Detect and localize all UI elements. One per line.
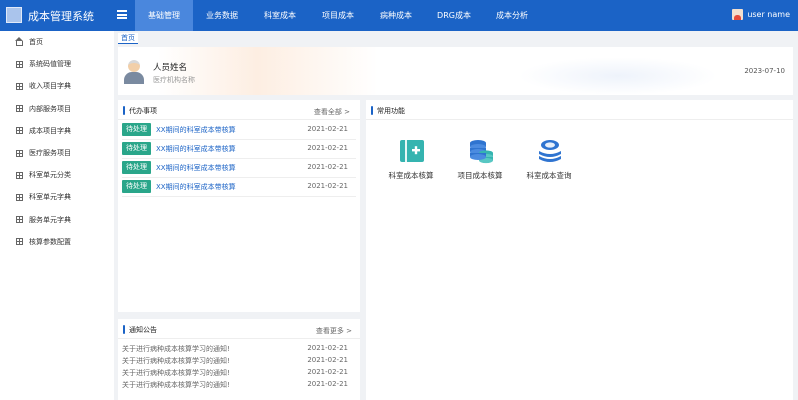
- app-logo: [6, 7, 22, 23]
- profile-card: 人员姓名 医疗机构名称 2023-07-10: [118, 47, 793, 95]
- list-item: 待处理 XX期间的科室成本带核算 2021-02-21: [122, 121, 356, 140]
- grid-icon: [16, 238, 23, 246]
- nav-item-drg-cost[interactable]: DRG成本: [425, 0, 483, 31]
- sidebar-item-cost-dict[interactable]: 成本项目字典: [0, 120, 114, 142]
- notice-link[interactable]: 关于进行病种成本核算学习的通知!: [122, 356, 230, 366]
- status-badge: 待处理: [122, 123, 151, 136]
- profile-org: 医疗机构名称: [153, 76, 195, 84]
- common-functions-panel: 常用功能 科室成本核算 项目成本核算 科室成本查询: [366, 100, 793, 400]
- list-item: 关于进行病种成本核算学习的通知! 2021-02-21: [122, 356, 356, 367]
- nav-item-basic[interactable]: 基础管理: [135, 0, 193, 31]
- todo-link[interactable]: XX期间的科室成本带核算: [156, 163, 236, 173]
- dept-cost-icon: [400, 140, 424, 162]
- list-item: 待处理 XX期间的科室成本带核算 2021-02-21: [122, 140, 356, 159]
- sidebar-item-dept-unit-class[interactable]: 科室单元分类: [0, 164, 114, 186]
- sidebar-item-label: 服务单元字典: [29, 215, 71, 224]
- sidebar-item-medical-service[interactable]: 医疗服务项目: [0, 142, 114, 164]
- todo-date: 2021-02-21: [307, 144, 348, 152]
- sidebar-item-label: 成本项目字典: [29, 126, 71, 135]
- sidebar-item-dept-unit-dict[interactable]: 科室单元字典: [0, 186, 114, 208]
- status-badge: 待处理: [122, 161, 151, 174]
- notice-date: 2021-02-21: [307, 356, 348, 364]
- sidebar-item-label: 内部服务项目: [29, 104, 71, 113]
- list-item: 关于进行病种成本核算学习的通知! 2021-02-21: [122, 344, 356, 355]
- breadcrumb: 首页: [118, 33, 138, 45]
- sidebar-item-label: 科室单元字典: [29, 193, 71, 202]
- avatar: [123, 60, 145, 84]
- coin-stack-icon: [470, 140, 493, 164]
- list-item: 关于进行病种成本核算学习的通知! 2021-02-21: [122, 380, 356, 391]
- nav-item-business-data[interactable]: 业务数据: [193, 0, 251, 31]
- sidebar-item-label: 医疗服务项目: [29, 149, 71, 158]
- sidebar-item-income-dict[interactable]: 收入项目字典: [0, 75, 114, 97]
- status-badge: 待处理: [122, 180, 151, 193]
- grid-icon: [16, 82, 23, 90]
- grid-icon: [16, 105, 23, 113]
- sidebar-item-label: 核算参数配置: [29, 237, 71, 246]
- todo-title: 代办事项: [123, 106, 157, 116]
- dept-cost-query-button[interactable]: 科室成本查询: [516, 138, 582, 182]
- sidebar: 首页 系统码值管理 收入项目字典 内部服务项目 成本项目字典 医疗服务项目 科室…: [0, 31, 114, 400]
- nav-item-cost-analysis[interactable]: 成本分析: [483, 0, 541, 31]
- nav-item-dept-cost[interactable]: 科室成本: [251, 0, 309, 31]
- notice-date: 2021-02-21: [307, 368, 348, 376]
- notice-link[interactable]: 关于进行病种成本核算学习的通知!: [122, 344, 230, 354]
- notice-link[interactable]: 关于进行病种成本核算学习的通知!: [122, 368, 230, 378]
- func-label: 科室成本查询: [526, 171, 572, 180]
- grid-icon: [16, 171, 23, 179]
- todo-date: 2021-02-21: [307, 182, 348, 190]
- grid-icon: [16, 193, 23, 201]
- todo-date: 2021-02-21: [307, 125, 348, 133]
- grid-icon: [16, 127, 23, 135]
- tab-home[interactable]: 首页: [118, 33, 138, 44]
- project-cost-accounting-button[interactable]: 项目成本核算: [447, 138, 513, 182]
- todo-view-all-link[interactable]: 查看全部 >: [314, 107, 350, 117]
- profile-date: 2023-07-10: [744, 67, 785, 75]
- list-item: 待处理 XX期间的科室成本带核算 2021-02-21: [122, 178, 356, 197]
- todo-link[interactable]: XX期间的科室成本带核算: [156, 144, 236, 154]
- status-badge: 待处理: [122, 142, 151, 155]
- sidebar-item-label: 系统码值管理: [29, 60, 71, 69]
- app-title: 成本管理系统: [28, 10, 94, 23]
- sidebar-item-home[interactable]: 首页: [0, 31, 114, 53]
- notice-title: 通知公告: [123, 325, 157, 335]
- coin-query-icon: [539, 140, 561, 162]
- notice-date: 2021-02-21: [307, 380, 348, 388]
- sidebar-item-label: 科室单元分类: [29, 171, 71, 180]
- todo-date: 2021-02-21: [307, 163, 348, 171]
- func-label: 项目成本核算: [457, 171, 503, 180]
- notice-panel: 通知公告 查看更多 > 关于进行病种成本核算学习的通知! 2021-02-21 …: [118, 319, 360, 400]
- top-bar: 成本管理系统 基础管理 业务数据 科室成本 项目成本 病种成本 DRG成本 成本…: [0, 0, 798, 31]
- user-menu[interactable]: user name: [732, 9, 790, 20]
- notice-view-more-link[interactable]: 查看更多 >: [316, 326, 352, 336]
- todo-link[interactable]: XX期间的科室成本带核算: [156, 182, 236, 192]
- sidebar-item-label: 收入项目字典: [29, 82, 71, 91]
- menu-toggle-button[interactable]: [117, 10, 127, 19]
- sidebar-item-accounting-config[interactable]: 核算参数配置: [0, 231, 114, 253]
- nav-item-disease-cost[interactable]: 病种成本: [367, 0, 425, 31]
- grid-icon: [16, 60, 23, 68]
- grid-icon: [16, 216, 23, 224]
- sidebar-item-label: 首页: [29, 38, 43, 47]
- sidebar-item-service-unit-dict[interactable]: 服务单元字典: [0, 209, 114, 231]
- notice-date: 2021-02-21: [307, 344, 348, 352]
- sidebar-item-system-codes[interactable]: 系统码值管理: [0, 53, 114, 75]
- user-name: user name: [747, 10, 790, 19]
- grid-icon: [16, 149, 23, 157]
- todo-link[interactable]: XX期间的科室成本带核算: [156, 125, 236, 135]
- list-item: 关于进行病种成本核算学习的通知! 2021-02-21: [122, 368, 356, 379]
- list-item: 待处理 XX期间的科室成本带核算 2021-02-21: [122, 159, 356, 178]
- nav-item-project-cost[interactable]: 项目成本: [309, 0, 367, 31]
- func-label: 科室成本核算: [388, 171, 434, 180]
- main-nav: 基础管理 业务数据 科室成本 项目成本 病种成本 DRG成本 成本分析: [135, 0, 541, 31]
- notice-link[interactable]: 关于进行病种成本核算学习的通知!: [122, 380, 230, 390]
- home-icon: [15, 36, 23, 46]
- common-title: 常用功能: [371, 106, 405, 116]
- user-avatar-icon: [732, 9, 744, 20]
- todo-panel: 代办事项 查看全部 > 待处理 XX期间的科室成本带核算 2021-02-21 …: [118, 100, 360, 312]
- dept-cost-accounting-button[interactable]: 科室成本核算: [378, 138, 444, 182]
- profile-name: 人员姓名: [153, 63, 188, 73]
- sidebar-item-internal-service[interactable]: 内部服务项目: [0, 98, 114, 120]
